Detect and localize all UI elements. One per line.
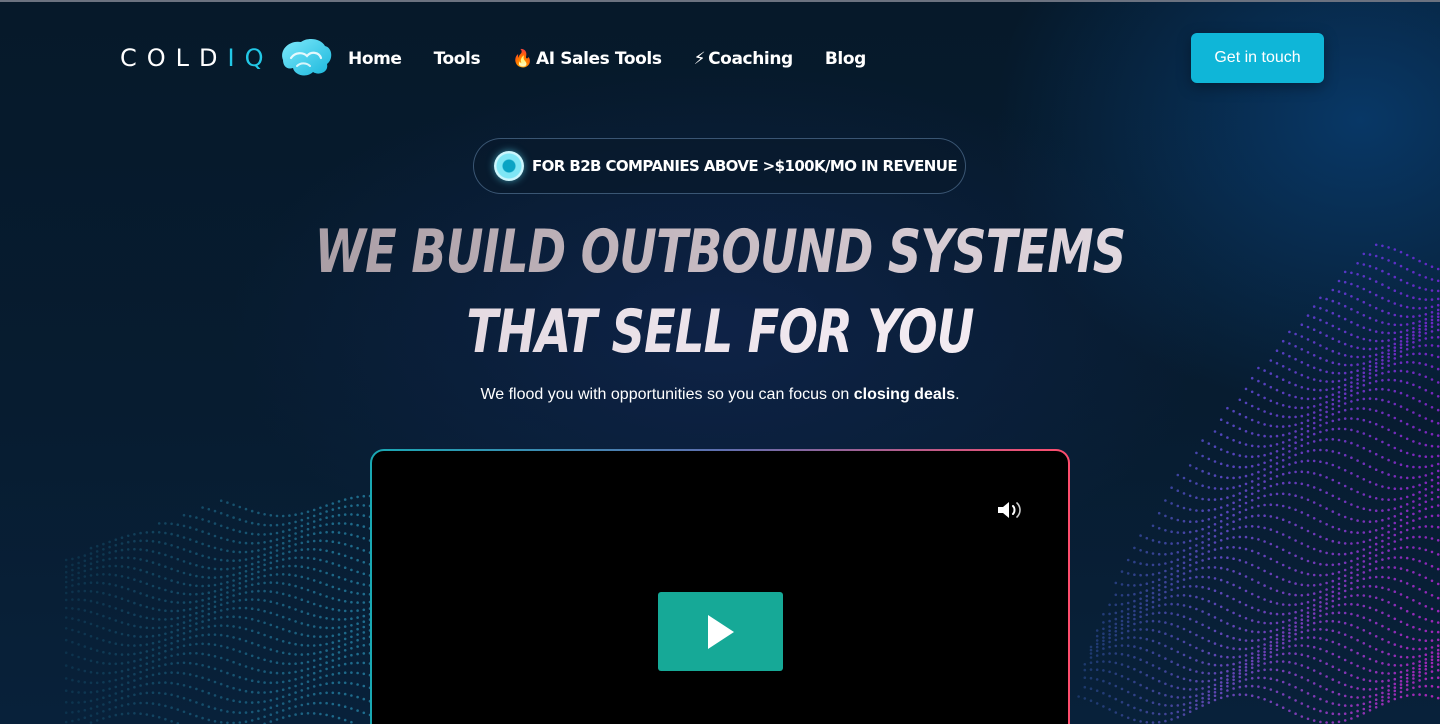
glowing-dot-icon xyxy=(494,151,524,181)
main-nav: Home Tools 🔥 AI Sales Tools ⚡ Coaching Blo… xyxy=(348,46,866,72)
page: COLDIQ Home Tools 🔥 AI Sales Tools ⚡ Coach… xyxy=(0,0,1440,724)
nav-home[interactable]: Home xyxy=(348,49,402,69)
subhead-emphasis: closing deals xyxy=(853,386,956,403)
logo-wordmark: COLDIQ xyxy=(120,44,274,72)
lightning-icon: ⚡ xyxy=(693,49,706,69)
hero-subheading: We flood you with opportunities so you c… xyxy=(480,386,960,403)
play-icon xyxy=(707,614,734,649)
nav-ai-sales-tools[interactable]: 🔥 AI Sales Tools xyxy=(512,49,662,69)
coldiq-logo[interactable]: COLDIQ xyxy=(120,36,333,80)
nav-tools[interactable]: Tools xyxy=(434,49,481,69)
nav-blog[interactable]: Blog xyxy=(825,49,866,69)
badge-text: FOR B2B COMPANIES ABOVE >$100K/MO IN REV… xyxy=(532,157,958,175)
headline-line-2: THAT SELL FOR YOU xyxy=(101,292,1339,372)
speaker-volume-icon[interactable] xyxy=(996,499,1024,521)
nav-coaching[interactable]: ⚡ Coaching xyxy=(693,49,794,69)
brain-logo-icon xyxy=(282,38,332,76)
window-top-border xyxy=(0,0,1440,2)
headline-line-1: WE BUILD OUTBOUND SYSTEMS xyxy=(101,212,1339,292)
video-frame xyxy=(370,449,1070,724)
play-button[interactable] xyxy=(658,592,783,671)
audience-badge: FOR B2B COMPANIES ABOVE >$100K/MO IN REV… xyxy=(473,138,966,194)
fire-icon: 🔥 xyxy=(512,49,533,69)
get-in-touch-button[interactable]: Get in touch xyxy=(1191,33,1324,83)
hero-headline: WE BUILD OUTBOUND SYSTEMS THAT SELL FOR … xyxy=(0,212,1440,372)
video-player[interactable] xyxy=(372,451,1068,724)
